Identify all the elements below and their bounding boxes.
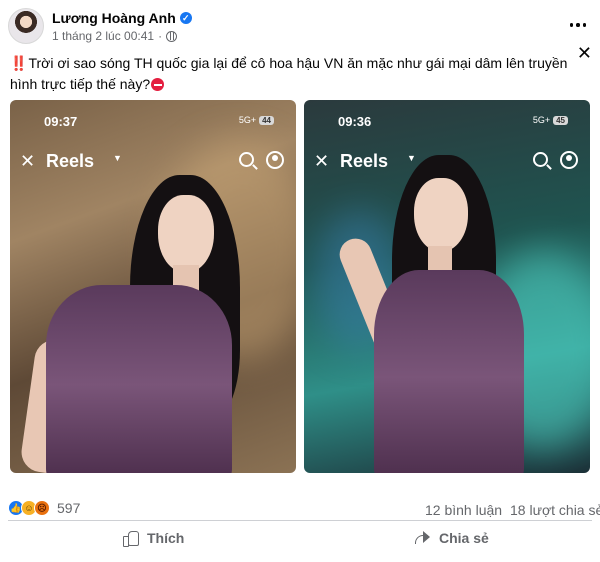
status-bar-time: 09:37	[44, 114, 78, 129]
thumbs-up-icon	[123, 530, 139, 547]
post-photo-1[interactable]: 09:37 5G+ 44 ✕ Reels ▼	[10, 100, 296, 473]
post-meta: 1 tháng 2 lúc 00:41 ·	[52, 29, 178, 43]
profile-icon	[560, 151, 578, 169]
caption-text: Trời ơi sao sóng TH quốc gia lại để cô h…	[10, 55, 568, 92]
search-icon	[533, 152, 548, 167]
reaction-summary[interactable]: 👍 ☺ ☹ 597	[8, 500, 80, 516]
dot-icon	[569, 23, 574, 27]
close-icon: ✕	[20, 151, 36, 171]
reels-bar: ✕ Reels ▼	[314, 150, 580, 174]
globe-icon	[166, 30, 178, 42]
no-entry-icon	[151, 78, 165, 91]
signal-indicator: 5G+	[532, 115, 551, 125]
battery-icon: 45	[553, 115, 568, 125]
profile-icon	[266, 151, 284, 169]
photo-dress	[46, 285, 232, 473]
verified-badge-icon: ✓	[179, 12, 192, 24]
share-count[interactable]: 18 lượt chia sẻ	[510, 502, 600, 518]
reels-bar: ✕ Reels ▼	[20, 150, 286, 174]
avatar[interactable]	[8, 8, 44, 44]
battery-icon: 44	[259, 115, 274, 125]
post-caption: ‼️ Trời ơi sao sóng TH quốc gia lại để cô…	[10, 53, 580, 95]
more-options-button[interactable]	[564, 14, 592, 36]
chevron-down-icon: ▼	[113, 153, 122, 163]
status-bar-time: 09:36	[338, 114, 372, 129]
like-label: Thích	[147, 530, 185, 546]
like-button[interactable]: Thích	[123, 524, 184, 552]
meta-separator: ·	[158, 29, 163, 43]
reaction-icons: 👍 ☺ ☹	[8, 500, 50, 516]
comment-count[interactable]: 12 bình luận	[425, 502, 502, 518]
chevron-down-icon: ▼	[407, 153, 416, 163]
share-arrow-icon	[413, 531, 431, 545]
post-timestamp[interactable]: 1 tháng 2 lúc 00:41	[52, 29, 154, 43]
photo-face	[158, 195, 214, 273]
search-icon	[239, 152, 254, 167]
signal-indicator: 5G+	[238, 115, 257, 125]
angry-reaction-icon: ☹	[34, 500, 50, 516]
close-icon: ✕	[314, 151, 330, 171]
status-bar-indicators: 5G+ 44	[239, 115, 274, 125]
share-button[interactable]: Chia sẻ	[413, 524, 489, 552]
reels-title: Reels	[340, 151, 389, 171]
dot-icon	[576, 23, 580, 27]
photo-face	[414, 178, 468, 252]
share-label: Chia sẻ	[439, 530, 489, 546]
double-exclamation-icon: ‼️	[10, 55, 27, 71]
author-line: Lương Hoàng Anh ✓	[52, 10, 192, 26]
reaction-count[interactable]: 597	[57, 500, 80, 516]
divider	[8, 520, 592, 521]
post-photo-2[interactable]: 09:36 5G+ 45 ✕ Reels ▼	[304, 100, 590, 473]
status-bar-indicators: 5G+ 45	[533, 115, 568, 125]
post-header: Lương Hoàng Anh ✓ 1 tháng 2 lúc 00:41 ·	[8, 8, 592, 48]
dot-icon	[582, 23, 587, 27]
reels-title: Reels	[46, 151, 95, 171]
author-name[interactable]: Lương Hoàng Anh	[52, 10, 176, 26]
photo-dress	[374, 270, 524, 473]
